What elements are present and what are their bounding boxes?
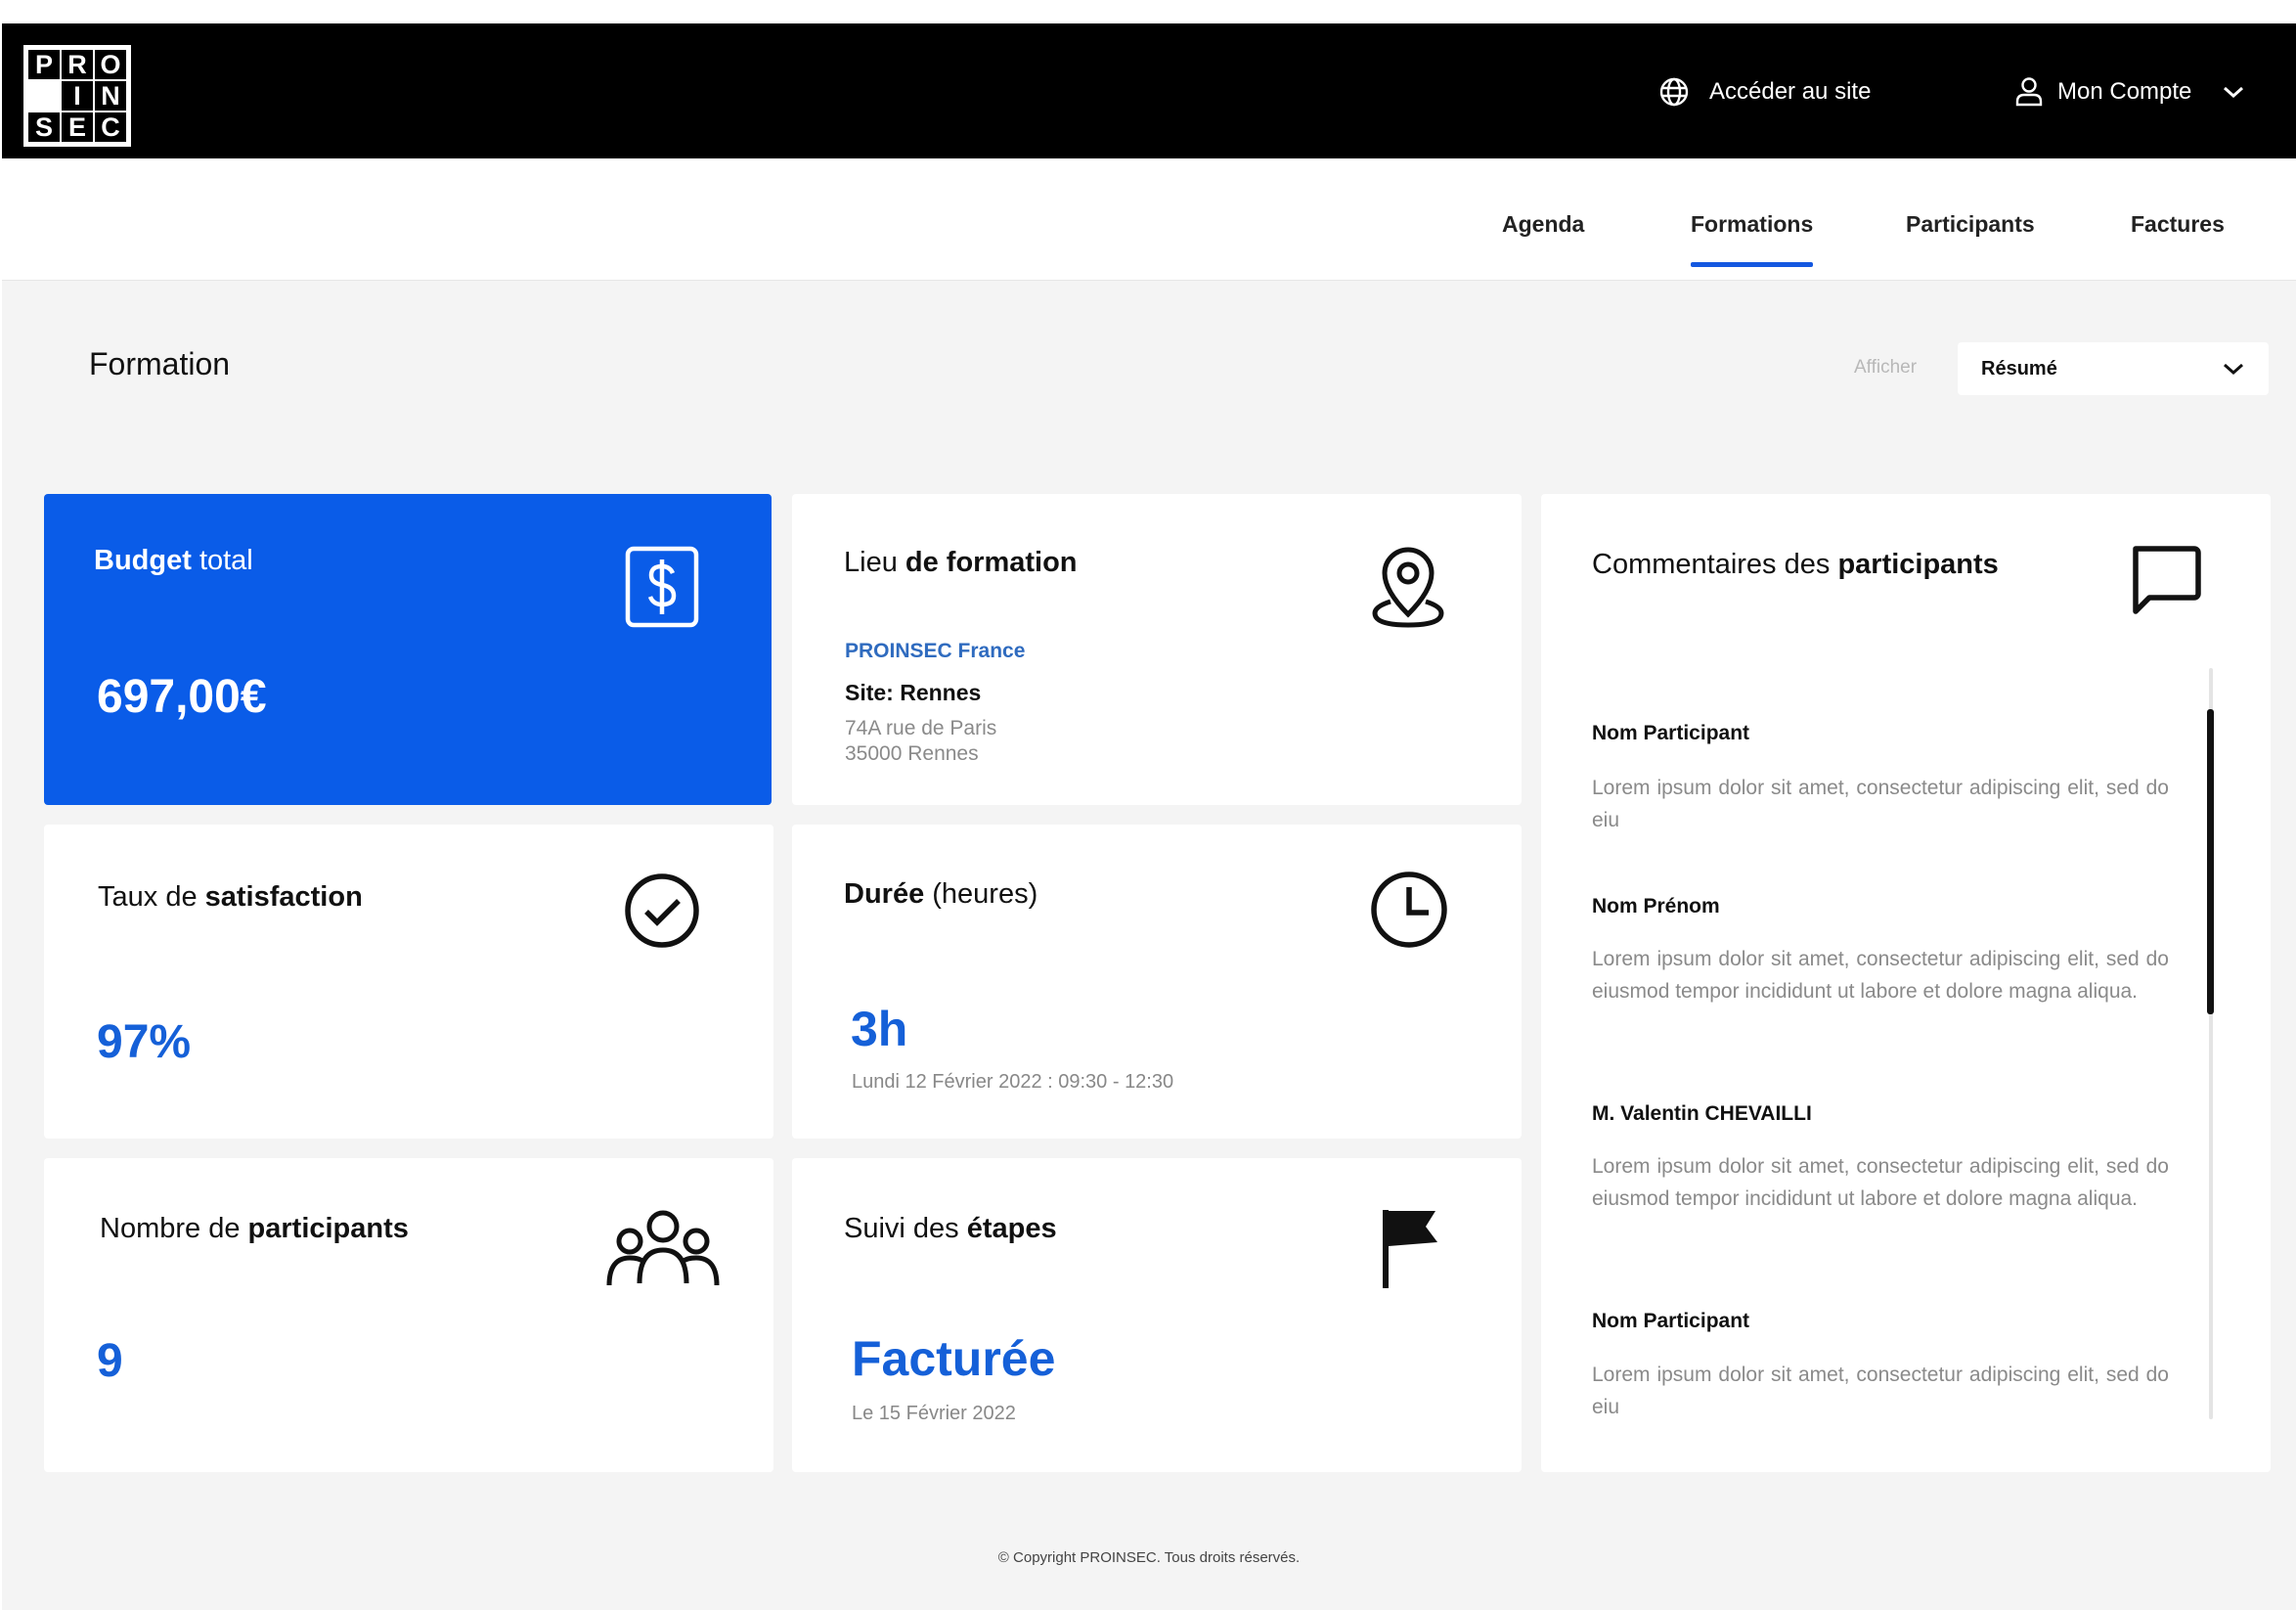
- account-label: Mon Compte: [2057, 78, 2192, 105]
- comments-title-regular: Commentaires des: [1592, 549, 1831, 580]
- duration-title-regular: (heures): [932, 878, 1038, 910]
- comment-author: M. Valentin CHEVAILLI: [1592, 1102, 1812, 1125]
- location-company-link[interactable]: PROINSEC France: [845, 640, 1025, 663]
- page-title: Formation: [89, 346, 231, 381]
- budget-value: 697,00€: [97, 671, 267, 723]
- top-header: P R O I N S E C Accéder au site Mon Comp…: [2, 23, 2296, 158]
- comment-author: Nom Participant: [1592, 722, 1750, 744]
- display-select-value: Résumé: [1981, 357, 2057, 380]
- location-site: Site: Rennes: [845, 680, 982, 705]
- display-label: Afficher: [1854, 357, 1918, 378]
- steps-detail: Le 15 Février 2022: [852, 1403, 1016, 1424]
- tab-agenda[interactable]: Agenda: [1502, 211, 1584, 238]
- logo-letter: S: [28, 112, 60, 142]
- tab-participants[interactable]: Participants: [1906, 211, 2035, 238]
- logo-letter: O: [95, 50, 126, 79]
- check-circle-icon: [625, 873, 699, 948]
- tab-formations[interactable]: Formations: [1691, 211, 1814, 267]
- duration-title-bold: Durée: [844, 878, 925, 910]
- logo-letter: P: [28, 50, 60, 79]
- site-link[interactable]: Accéder au site: [1658, 76, 1871, 108]
- location-title-bold: de formation: [905, 547, 1078, 578]
- proinsec-logo[interactable]: P R O I N S E C: [23, 45, 131, 147]
- comments-card-title: Commentaires des participants: [1592, 549, 1999, 581]
- logo-letter: [28, 81, 60, 111]
- comment-text: Lorem ipsum dolor sit amet, consectetur …: [1592, 1364, 2169, 1418]
- clock-icon: [1371, 872, 1447, 948]
- duration-value: 3h: [851, 1002, 908, 1056]
- satisfaction-title-regular: Taux de: [98, 881, 198, 913]
- globe-icon: [1659, 77, 1689, 107]
- chevron-down-icon: [2224, 86, 2244, 99]
- location-card: Lieu de formation PROINSEC France Site: …: [792, 494, 1522, 805]
- account-menu[interactable]: Mon Compte: [2014, 76, 2246, 108]
- duration-card-title: Durée (heures): [844, 878, 1038, 911]
- chat-bubble-icon: [2133, 546, 2201, 614]
- location-title-regular: Lieu: [844, 547, 898, 578]
- budget-title-rest: total: [199, 545, 253, 576]
- main-tabs: Agenda Formations Participants Factures: [2, 158, 2296, 281]
- participants-count-card: Nombre de participants 9: [44, 1158, 773, 1472]
- budget-title-bold: Budget: [94, 545, 192, 576]
- dollar-icon: [625, 546, 699, 628]
- satisfaction-card: Taux de satisfaction 97%: [44, 825, 773, 1139]
- budget-card-title: Budget total: [94, 545, 253, 577]
- comment-author: Nom Participant: [1592, 1310, 1750, 1332]
- duration-detail: Lundi 12 Février 2022 : 09:30 - 12:30: [852, 1071, 1174, 1093]
- logo-letter: C: [95, 112, 126, 142]
- flag-icon: [1383, 1210, 1437, 1288]
- duration-card: Durée (heures) 3h Lundi 12 Février 2022 …: [792, 825, 1522, 1139]
- logo-letter: R: [62, 50, 93, 79]
- comment-text: Lorem ipsum dolor sit amet, consectetur …: [1592, 1155, 2169, 1210]
- logo-letter: I: [62, 81, 93, 111]
- steps-value: Facturée: [852, 1331, 1056, 1386]
- satisfaction-card-title: Taux de satisfaction: [98, 881, 363, 914]
- comments-card: Commentaires des participants Nom Partic…: [1541, 494, 2271, 1472]
- chevron-down-icon: [2224, 363, 2243, 376]
- comment-text: Lorem ipsum dolor sit amet, consectetur …: [1592, 777, 2169, 831]
- group-icon: [606, 1210, 720, 1286]
- participants-title-bold: participants: [247, 1213, 409, 1244]
- comment-author: Nom Prénom: [1592, 895, 1720, 917]
- tab-factures[interactable]: Factures: [2131, 211, 2225, 238]
- location-address-line2: 35000 Rennes: [845, 742, 979, 765]
- steps-card-title: Suivi des étapes: [844, 1213, 1057, 1245]
- comments-title-bold: participants: [1837, 549, 1999, 580]
- comments-scrollbar-thumb[interactable]: [2207, 709, 2214, 1014]
- participants-value: 9: [97, 1335, 123, 1387]
- comment-text: Lorem ipsum dolor sit amet, consectetur …: [1592, 948, 2169, 1003]
- user-icon: [2015, 77, 2043, 107]
- location-pin-icon: [1372, 547, 1444, 628]
- participants-card-title: Nombre de participants: [100, 1213, 409, 1245]
- satisfaction-value: 97%: [97, 1016, 192, 1068]
- steps-card: Suivi des étapes Facturée Le 15 Février …: [792, 1158, 1522, 1472]
- location-card-title: Lieu de formation: [844, 547, 1078, 579]
- steps-title-bold: étapes: [966, 1213, 1057, 1244]
- footer-copyright: © Copyright PROINSEC. Tous droits réserv…: [997, 1549, 1301, 1566]
- budget-card: Budget total 697,00€: [44, 494, 772, 805]
- location-address-line1: 74A rue de Paris: [845, 717, 997, 739]
- logo-letter: N: [95, 81, 126, 111]
- satisfaction-title-bold: satisfaction: [204, 881, 363, 913]
- logo-letter: E: [62, 112, 93, 142]
- page: P R O I N S E C Accéder au site Mon Comp…: [2, 23, 2296, 1610]
- site-link-label: Accéder au site: [1709, 78, 1872, 105]
- display-select[interactable]: Résumé: [1958, 342, 2269, 395]
- participants-title-regular: Nombre de: [100, 1213, 241, 1244]
- steps-title-regular: Suivi des: [844, 1213, 959, 1244]
